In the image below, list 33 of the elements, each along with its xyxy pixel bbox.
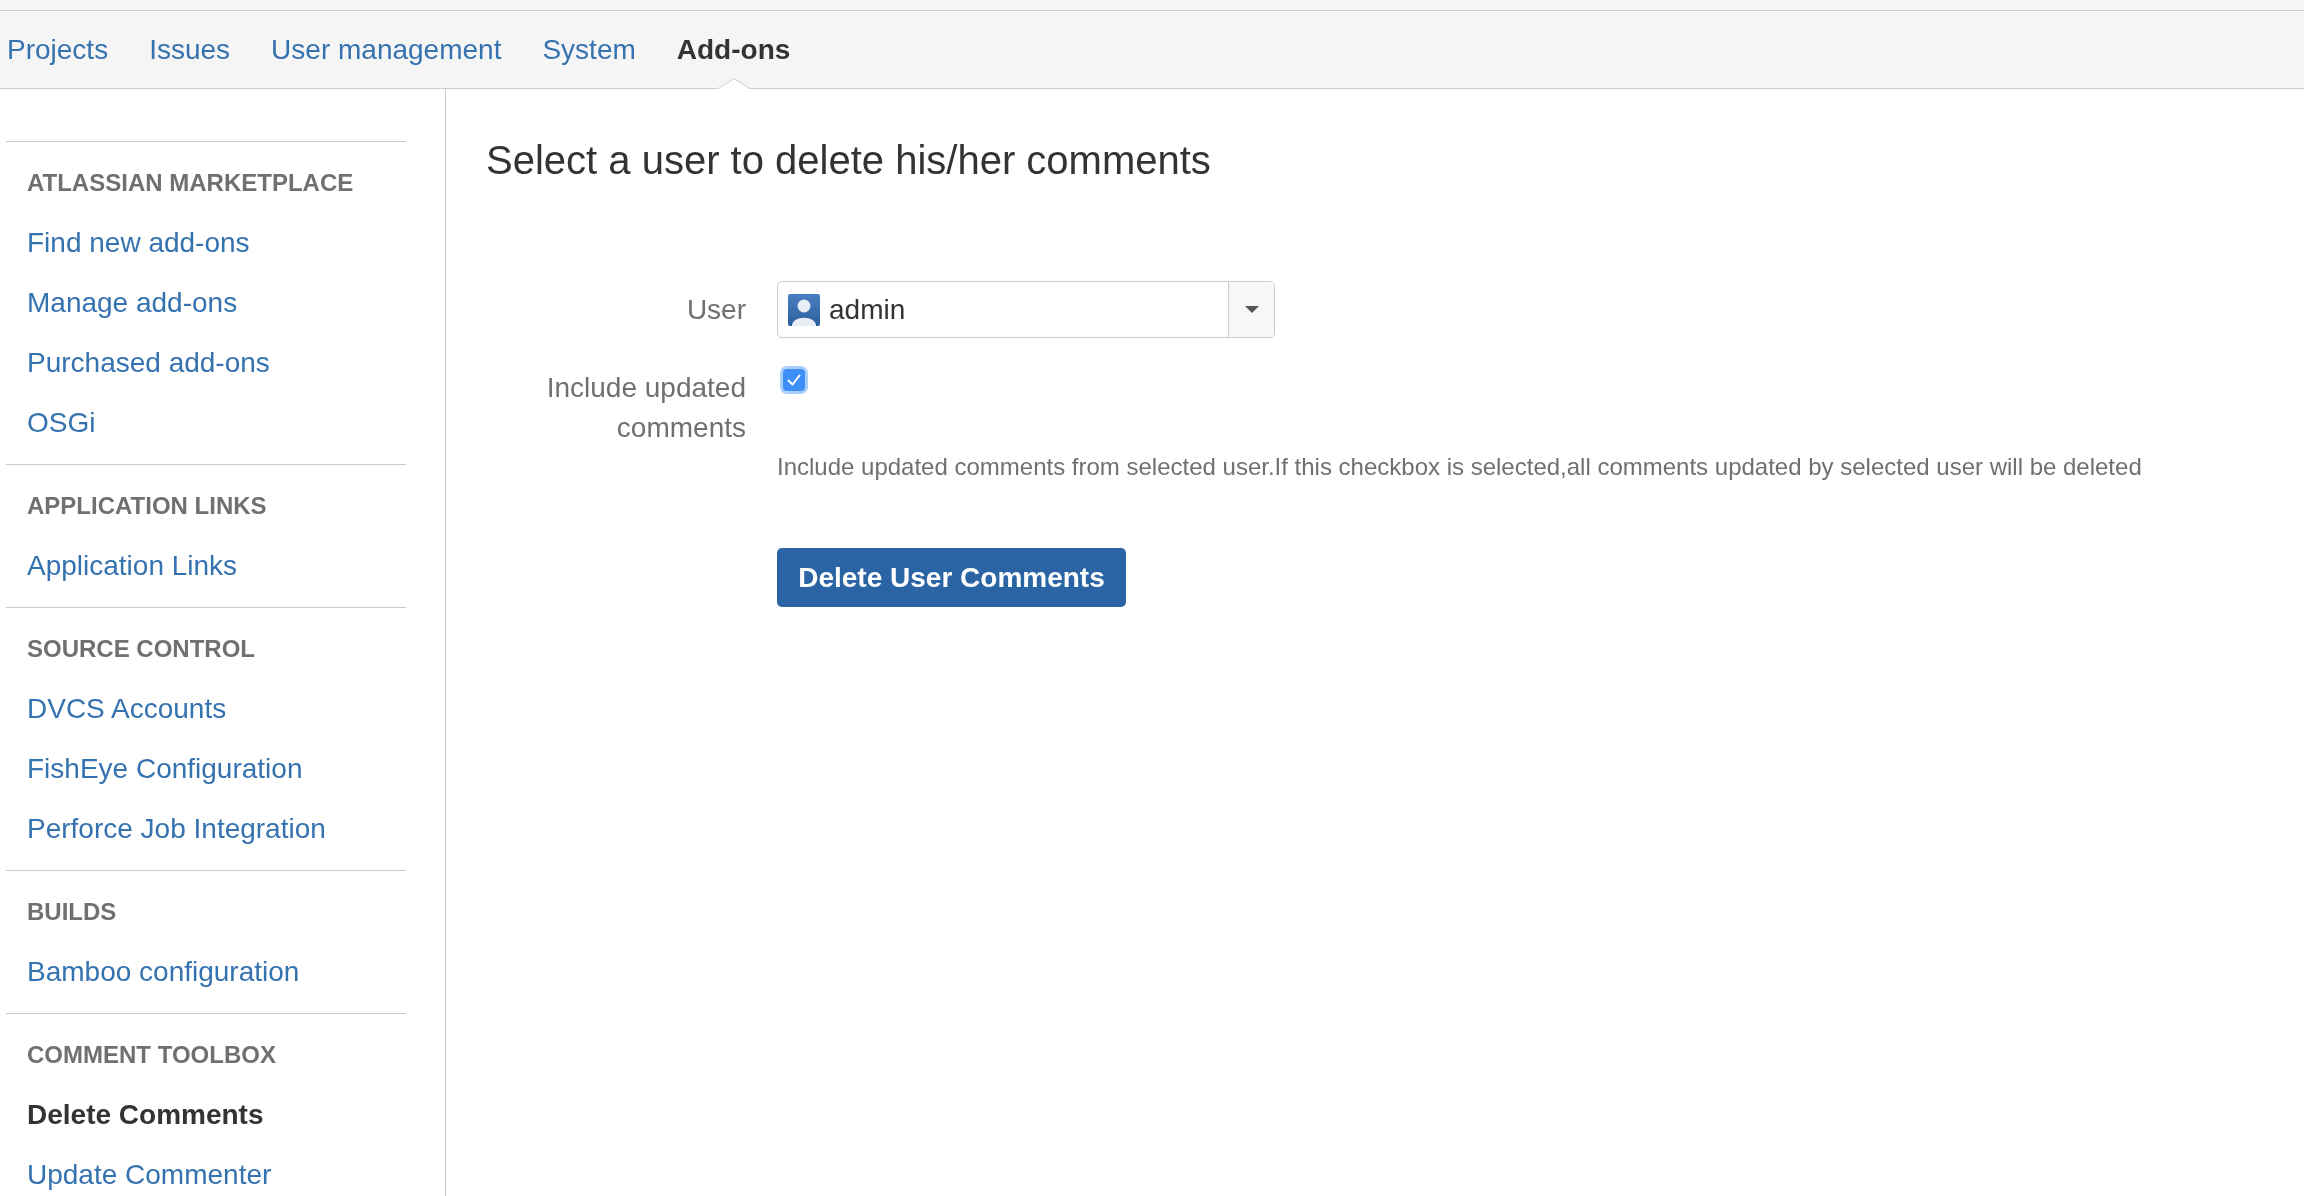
sidebar-link[interactable]: Purchased add-ons: [27, 346, 270, 380]
sidebar-link[interactable]: Find new add-ons: [27, 226, 250, 260]
sidebar-link[interactable]: OSGi: [27, 406, 96, 440]
dropdown-toggle-button[interactable]: [1228, 282, 1274, 337]
nav-tab[interactable]: Issues: [149, 33, 231, 67]
sidebar-link[interactable]: DVCS Accounts: [27, 692, 227, 726]
sidebar-section-heading: SOURCE CONTROL: [27, 634, 255, 664]
include-updated-label: Include updated comments: [546, 372, 746, 443]
sidebar-section-heading: APPLICATION LINKS: [27, 491, 267, 521]
nav-tab[interactable]: Projects: [7, 33, 109, 67]
sidebar-section-heading: COMMENT TOOLBOX: [27, 1040, 276, 1070]
caret-down-icon: [1244, 306, 1259, 313]
nav-tab[interactable]: User management: [271, 33, 502, 67]
nav-tab[interactable]: System: [542, 33, 636, 67]
delete-user-comments-button[interactable]: Delete User Comments: [777, 548, 1126, 607]
sidebar-link[interactable]: Application Links: [27, 549, 238, 583]
include-updated-checkbox[interactable]: [780, 366, 808, 394]
sidebar-link[interactable]: FishEye Configuration: [27, 752, 303, 786]
sidebar-section-heading: BUILDS: [27, 897, 117, 927]
sidebar-link[interactable]: Update Commenter: [27, 1158, 272, 1192]
sidebar-link[interactable]: Bamboo configuration: [27, 955, 300, 989]
sidebar-link[interactable]: Manage add-ons: [27, 286, 238, 320]
checkmark-icon: [787, 374, 801, 386]
user-field-label: User: [686, 292, 746, 327]
sidebar-section-heading: ATLASSIAN MARKETPLACE: [27, 168, 354, 198]
include-updated-description: Include updated comments from selected user.If this checkbox is selected,all comments updated by selected user will be deleted: [777, 452, 2143, 482]
user-value: admin: [829, 292, 907, 327]
nav-tab[interactable]: Add-ons: [676, 33, 791, 67]
page-title: Select a user to delete his/her comments: [486, 137, 1212, 184]
sidebar-link[interactable]: Perforce Job Integration: [27, 812, 326, 846]
sidebar-link[interactable]: Delete Comments: [27, 1098, 264, 1132]
user-select[interactable]: admin: [777, 281, 1275, 338]
user-avatar-icon: [788, 293, 820, 326]
